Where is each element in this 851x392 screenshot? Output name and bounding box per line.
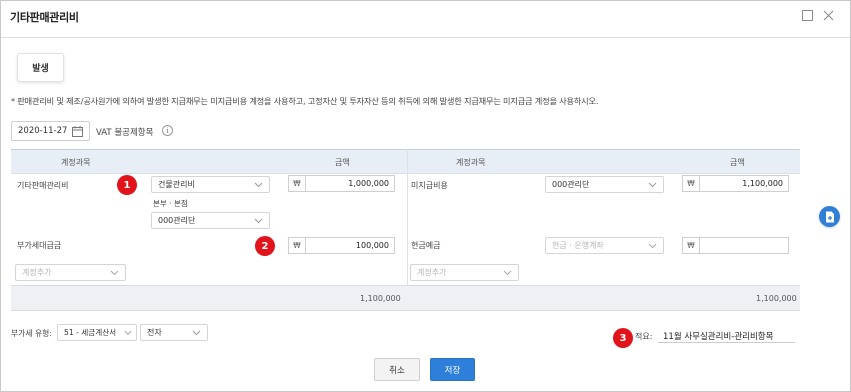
left-add-account-select[interactable]: 계정추가 xyxy=(15,264,126,281)
totals-row xyxy=(11,285,800,311)
title-divider xyxy=(1,37,850,38)
left-row2-amount: 100,000 xyxy=(355,241,389,250)
close-icon[interactable] xyxy=(821,8,835,22)
vat-type-select[interactable]: 51 - 세금계산서 xyxy=(57,324,137,341)
vat-method-select[interactable]: 전자 xyxy=(140,324,208,341)
currency-symbol: ₩ xyxy=(289,238,306,253)
right-row1-amount: 1,100,000 xyxy=(742,179,783,188)
right-row2-bank-placeholder: 현금 · 은행계좌 xyxy=(552,241,604,250)
cancel-button[interactable]: 취소 xyxy=(374,358,420,381)
minimize-icon[interactable] xyxy=(800,8,814,22)
chevron-down-icon xyxy=(648,181,657,190)
chevron-down-icon xyxy=(254,181,263,190)
right-row1-account: 미지급비용 xyxy=(411,181,448,190)
tab-occurrence[interactable]: 발생 xyxy=(17,53,64,82)
right-row2-bank-select[interactable]: 현금 · 은행계좌 xyxy=(545,237,664,254)
left-row1-sub-label: 본부 · 본점 xyxy=(153,199,188,208)
left-row2-account: 부가세대급금 xyxy=(17,241,62,250)
left-row1-amount-field[interactable]: ₩ 1,000,000 xyxy=(288,175,395,192)
left-row1-vendor-select[interactable]: 000관리단 xyxy=(151,212,270,229)
right-add-account-select[interactable]: 계정추가 xyxy=(410,264,519,281)
left-row1-expense-select[interactable]: 건물관리비 xyxy=(151,176,270,193)
right-row1-vendor-select[interactable]: 000관리단 xyxy=(545,176,664,193)
currency-symbol: ₩ xyxy=(289,176,306,191)
left-row1-vendor-value: 000관리단 xyxy=(158,216,196,225)
chevron-down-icon xyxy=(110,269,119,278)
vat-type-value: 51 - 세금계산서 xyxy=(64,328,117,337)
left-row2-amount-field[interactable]: ₩ 100,000 xyxy=(288,237,395,254)
document-icon[interactable] xyxy=(819,206,840,227)
chevron-down-icon xyxy=(124,329,132,338)
calendar-icon[interactable] xyxy=(72,126,83,140)
left-row1-expense-value: 건물관리비 xyxy=(158,180,195,189)
vat-exempt-label: VAT 불공제항목 xyxy=(96,128,154,138)
marker-badge-3: 3 xyxy=(613,328,633,348)
table-header xyxy=(11,149,800,174)
left-total: 1,100,000 xyxy=(360,294,401,303)
right-header-amount: 금액 xyxy=(730,158,745,167)
right-add-account-placeholder: 계정추가 xyxy=(417,268,447,277)
vat-type-label: 부가세 유형: xyxy=(11,329,52,338)
chevron-down-icon xyxy=(192,329,201,338)
marker-badge-1: 1 xyxy=(117,175,137,195)
memo-input[interactable]: 11월 사무실관리비-관리비항목 xyxy=(663,330,773,342)
notice-text: * 판매관리비 및 제조/공사원가에 의하여 발생한 지급채무는 미지급비용 계… xyxy=(11,96,599,106)
right-row2-account: 현금예금 xyxy=(411,241,441,250)
save-button[interactable]: 저장 xyxy=(430,358,475,381)
left-header-account: 계정과목 xyxy=(61,158,91,167)
right-total: 1,100,000 xyxy=(756,294,797,303)
left-row1-amount: 1,000,000 xyxy=(348,179,389,188)
chevron-down-icon xyxy=(648,242,657,251)
vat-method-value: 전자 xyxy=(147,328,162,337)
right-row2-amount-field[interactable]: ₩ xyxy=(682,237,789,254)
date-picker[interactable]: 2020-11-27 xyxy=(11,121,90,141)
currency-symbol: ₩ xyxy=(683,176,700,191)
left-add-account-placeholder: 계정추가 xyxy=(22,268,52,277)
right-header-account: 계정과목 xyxy=(456,158,486,167)
info-icon[interactable]: i xyxy=(162,125,173,136)
memo-underline xyxy=(658,342,795,343)
chevron-down-icon xyxy=(254,217,263,226)
left-header-amount: 금액 xyxy=(335,158,350,167)
currency-symbol: ₩ xyxy=(683,238,700,253)
memo-label: 적요: xyxy=(635,332,653,341)
chevron-down-icon xyxy=(503,269,512,278)
date-value: 2020-11-27 xyxy=(18,126,68,136)
marker-badge-2: 2 xyxy=(255,236,275,256)
dialog-title: 기타판매관리비 xyxy=(10,11,79,24)
right-row1-vendor-value: 000관리단 xyxy=(552,180,590,189)
right-row1-amount-field[interactable]: ₩ 1,100,000 xyxy=(682,175,789,192)
left-row1-account: 기타판매관리비 xyxy=(17,181,69,190)
